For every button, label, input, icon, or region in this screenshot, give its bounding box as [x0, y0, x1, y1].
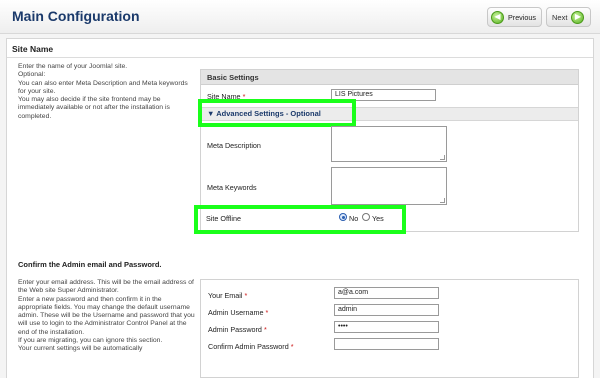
description-line: You can also enter Meta Description and … — [18, 79, 188, 95]
description-line: If you are migrating, you can ignore thi… — [18, 337, 163, 345]
section-divider — [7, 57, 593, 58]
required-marker: * — [263, 325, 267, 334]
username-label: Admin Username * — [208, 308, 268, 317]
next-button[interactable]: Next ▶ — [546, 7, 591, 27]
site-name-section-title: Site Name — [12, 44, 54, 54]
admin-section-title: Confirm the Admin email and Password. — [18, 260, 162, 269]
description-line: Your current settings will be automatica… — [18, 345, 143, 353]
required-marker: * — [265, 308, 269, 317]
description-line: Optional: — [18, 71, 46, 79]
description-line: Enter a new password and then confirm it… — [18, 295, 195, 336]
username-input[interactable]: admin — [334, 304, 439, 316]
email-label: Your Email * — [208, 291, 247, 300]
resize-grip-icon[interactable] — [440, 198, 445, 203]
description-line: Enter the name of your Joomla! site. — [18, 63, 128, 70]
previous-label: Previous — [508, 12, 536, 22]
resize-grip-icon[interactable] — [440, 155, 445, 160]
email-input[interactable]: a@a.com — [334, 287, 439, 299]
required-marker: * — [244, 291, 248, 300]
header-bar: Main Configuration ◀ Previous Next ▶ — [0, 0, 600, 34]
email-label-text: Your Email — [208, 291, 243, 300]
highlight-advanced-settings — [198, 99, 356, 127]
meta-keywords-label: Meta Keywords — [207, 183, 257, 192]
meta-description-label: Meta Description — [207, 141, 261, 150]
password-label-text: Admin Password — [208, 325, 262, 334]
next-label: Next — [552, 12, 568, 22]
description-line: You may also decide if the site frontend… — [18, 96, 170, 120]
username-label-text: Admin Username — [208, 308, 264, 317]
page-title: Main Configuration — [12, 8, 140, 24]
confirm-password-label: Confirm Admin Password * — [208, 342, 294, 351]
confirm-password-label-text: Confirm Admin Password — [208, 342, 289, 351]
description-line: Enter your email address. This will be t… — [18, 279, 194, 295]
site-name-description: Enter the name of your Joomla! site. Opt… — [18, 63, 193, 121]
meta-keywords-textarea[interactable] — [331, 167, 447, 205]
basic-settings-heading: Basic Settings — [201, 70, 578, 85]
highlight-site-offline — [194, 205, 406, 234]
arrow-right-icon: ▶ — [571, 10, 585, 24]
previous-button[interactable]: ◀ Previous — [487, 7, 542, 27]
confirm-password-input[interactable] — [334, 338, 439, 350]
password-label: Admin Password * — [208, 325, 267, 334]
arrow-left-icon: ◀ — [491, 10, 504, 24]
password-input[interactable]: •••• — [334, 321, 439, 333]
required-marker: * — [290, 342, 294, 351]
admin-description: Enter your email address. This will be t… — [18, 279, 196, 354]
meta-description-textarea[interactable] — [331, 126, 447, 162]
